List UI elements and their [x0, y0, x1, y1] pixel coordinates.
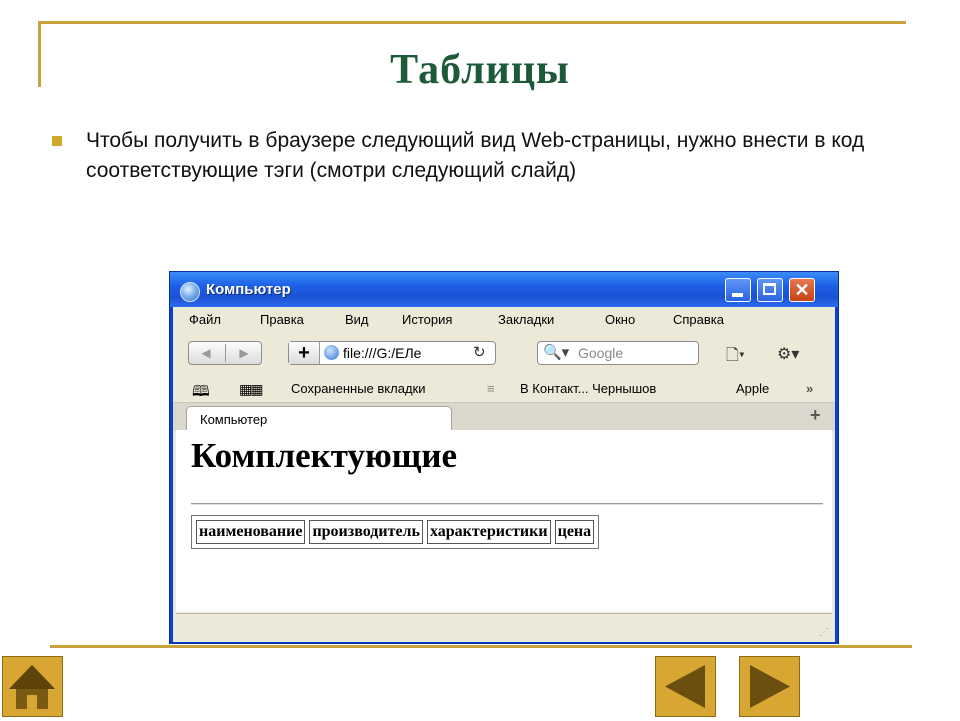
next-slide-button[interactable] — [739, 656, 800, 717]
back-forward-group: ◀ ▶ — [188, 341, 262, 365]
bookmark-vkontakte: В Контакт... Чернышов — [520, 381, 657, 396]
grid-icon: ▦▦ — [239, 381, 264, 397]
bottom-border-line — [50, 645, 912, 648]
tab-computer: Компьютер — [186, 406, 452, 432]
forward-arrow-icon: ▶ — [239, 346, 249, 360]
slide-title: Таблицы — [390, 47, 570, 93]
menu-history: История — [402, 312, 453, 327]
browser-client-area: Файл Правка Вид История Закладки Окно Сп… — [173, 307, 835, 642]
web-page-content: Комплектующие наименование производитель… — [176, 430, 832, 612]
gear-icon: ⚙▾ — [777, 346, 800, 363]
browser-titlebar: Компьютер ✕ — [170, 272, 838, 307]
maximize-button — [757, 278, 783, 302]
chevron-right-icon: » — [806, 381, 814, 396]
home-button[interactable] — [2, 656, 63, 717]
back-arrow-icon: ◀ — [201, 346, 211, 360]
table-cell-manufacturer: производитель — [309, 520, 423, 544]
close-icon: ✕ — [794, 280, 810, 300]
close-button: ✕ — [789, 278, 815, 302]
address-bar: + file:///G:/ЕЛе ↻ — [288, 341, 496, 365]
address-url: file:///G:/ЕЛе — [343, 345, 422, 361]
left-arrow-icon — [665, 665, 705, 708]
nav-separator — [225, 344, 226, 362]
browser-toolbar: ◀ ▶ + file:///G:/ЕЛе ↻ 🔍▾ Google 🗋▾ ⚙▾ — [173, 337, 835, 371]
page-menu-icon: 🗋▾ — [726, 347, 745, 364]
table-cell-characteristics: характеристики — [426, 520, 551, 544]
menu-file: Файл — [189, 312, 221, 327]
menu-window: Окно — [605, 312, 636, 327]
menu-bookmarks: Закладки — [498, 312, 555, 327]
browser-app-icon — [180, 282, 200, 302]
page-horizontal-rule — [191, 503, 823, 505]
search-icon: 🔍▾ — [543, 344, 570, 361]
bullet-square-icon — [52, 136, 62, 146]
bullet-text: Чтобы получить в браузере следующий вид … — [86, 129, 865, 182]
reload-icon: ↻ — [473, 344, 486, 361]
minimize-icon — [732, 293, 743, 297]
right-arrow-icon — [750, 665, 790, 708]
search-placeholder: Google — [578, 345, 624, 361]
search-box: 🔍▾ Google — [537, 341, 699, 365]
new-tab-plus-icon: + — [810, 405, 821, 425]
minimize-button — [725, 278, 751, 302]
browser-window-title: Компьютер — [206, 281, 291, 298]
page-table: наименование производитель характеристик… — [191, 515, 600, 549]
bookmark-apple: Apple — [736, 381, 770, 396]
browser-statusbar: ⋰ — [176, 613, 832, 641]
bookmark-folder-icon: ≡ — [487, 381, 495, 396]
page-heading: Комплектующие — [191, 436, 458, 475]
bookmarks-bar: 🕮 ▦▦ Сохраненные вкладки ≡ В Контакт... … — [173, 375, 835, 400]
table-cell-name: наименование — [196, 520, 306, 544]
menu-help: Справка — [673, 312, 724, 327]
menu-edit: Правка — [260, 312, 304, 327]
globe-icon — [324, 345, 339, 360]
resize-grip-icon: ⋰ — [819, 627, 829, 638]
bookmark-saved-tabs: Сохраненные вкладки — [291, 381, 426, 396]
table-row: наименование производитель характеристик… — [196, 520, 595, 544]
browser-menubar: Файл Правка Вид История Закладки Окно Сп… — [173, 307, 835, 331]
browser-window-screenshot: Компьютер ✕ Файл Правка Вид История Закл… — [169, 271, 839, 644]
top-border-line — [38, 21, 906, 24]
previous-slide-button[interactable] — [655, 656, 716, 717]
home-icon — [9, 665, 55, 709]
table-cell-price: цена — [554, 520, 595, 544]
maximize-icon — [763, 283, 776, 295]
menu-view: Вид — [345, 312, 369, 327]
tab-strip: Компьютер + — [173, 402, 835, 432]
add-bookmark-plus-icon: + — [289, 342, 320, 364]
